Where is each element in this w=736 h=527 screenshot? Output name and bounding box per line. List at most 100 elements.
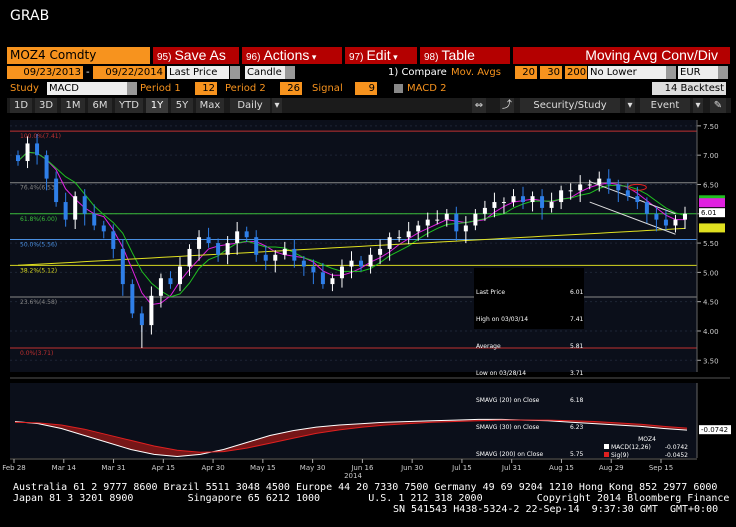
chart-area[interactable]: 100.0%(7.41) 76.4%(6.53) 61.8%(6.00) 50.0%(… (0, 116, 736, 486)
chart-type-dropdown-icon[interactable] (285, 66, 295, 79)
table-button[interactable]: 98) Table (420, 47, 510, 64)
tab-1m[interactable]: 1M (61, 98, 85, 113)
candle-body (625, 190, 630, 197)
footer-contacts-line2: Japan 81 3 3201 8900 Singapore 65 6212 1… (13, 493, 736, 504)
candle-body (216, 243, 221, 255)
tab-6m[interactable]: 6M (88, 98, 112, 113)
edit-pen-icon[interactable]: ✎ (710, 98, 726, 113)
ytick-label-7: 4.00 (703, 328, 719, 336)
signal-field[interactable]: 9 (355, 82, 377, 95)
xtick-label-2: Mar 31 (101, 464, 125, 472)
ma3-field[interactable]: 200 (565, 66, 587, 79)
candle-body (254, 237, 259, 255)
candle-body (235, 231, 240, 244)
legend-average-label: Average (476, 343, 501, 350)
legend-sma20: 6.18 (570, 397, 584, 404)
compare-button[interactable]: 1) Compare (388, 66, 447, 79)
tab-1d[interactable]: 1D (10, 98, 32, 113)
period1-label: Period 1 (140, 83, 181, 94)
candle-body (683, 213, 687, 220)
candle-body (568, 190, 573, 192)
macd-legend: MOZ4 MACD(12,26) -0.0742 Sig(9) -0.0452 (604, 436, 690, 462)
candle-body (263, 254, 268, 261)
fib-label-2: 61.8%(6.00) (20, 216, 57, 223)
study-dropdown-icon[interactable] (127, 82, 137, 95)
fib-label-5: 23.6%(4.58) (20, 299, 57, 306)
end-date-field[interactable]: 09/22/2014 (93, 66, 165, 79)
candle-body (606, 178, 611, 185)
tab-5y[interactable]: 5Y (171, 98, 193, 113)
mov-avgs-label: Mov. Avgs (451, 67, 501, 78)
legend-sma20-label: SMAVG (20) on Close (476, 397, 540, 404)
ma1-field[interactable]: 20 (515, 66, 537, 79)
price-legend: Last Price 6.01 High on 03/03/14 7.41 Aver… (474, 268, 584, 458)
price-type-dropdown-icon[interactable] (230, 66, 240, 79)
candle-body (597, 178, 602, 185)
xtick-label-3: Apr 15 (152, 464, 175, 472)
macd-legend-name: MACD(12,26) (611, 444, 651, 451)
lower-chart-dropdown-icon[interactable] (666, 66, 676, 79)
candle-body (25, 143, 30, 162)
actions-number: 96) (246, 52, 261, 63)
save-as-button[interactable]: 95) Save As (153, 47, 239, 64)
period2-field[interactable]: 26 (280, 82, 302, 95)
save-as-number: 95) (157, 52, 172, 63)
candle-body (73, 196, 78, 220)
candle-body (282, 248, 287, 255)
actions-button[interactable]: 96) Actions ▾ (242, 47, 342, 64)
chart-type-select[interactable]: Candle (245, 66, 285, 79)
edit-button[interactable]: 97) Edit ▾ (345, 47, 417, 64)
save-as-label: Save As (174, 47, 226, 63)
candle-body (149, 295, 154, 326)
ma2-field[interactable]: 30 (540, 66, 562, 79)
candle-body (349, 260, 354, 267)
tab-ytd[interactable]: YTD (115, 98, 143, 113)
candle-body (244, 231, 249, 238)
candle-body (673, 219, 678, 226)
event-button[interactable]: Event (640, 98, 690, 113)
macd-right-label: -0.0742 (701, 426, 728, 434)
candle-body (292, 248, 297, 261)
ytick-label-1: 7.00 (703, 152, 719, 160)
tab-3d[interactable]: 3D (35, 98, 57, 113)
currency-dropdown-icon[interactable] (718, 66, 728, 79)
edit-number: 97) (349, 52, 364, 63)
backtest-button[interactable]: 14 Backtest (652, 82, 726, 95)
legend-sma30: 6.23 (570, 424, 584, 431)
xtick-label-5: May 15 (250, 464, 276, 472)
price-type-select[interactable]: Last Price (167, 66, 229, 79)
candle-body (578, 184, 583, 191)
candle-body (397, 237, 402, 239)
tab-1y[interactable]: 1Y (146, 98, 168, 113)
frequency-select[interactable]: Daily (230, 98, 270, 113)
security-study-dropdown-icon[interactable]: ▾ (625, 98, 635, 113)
window-title: GRAB (10, 8, 50, 24)
xtick-label-0: Feb 28 (2, 464, 26, 472)
candle-body (120, 248, 125, 285)
security-study-button[interactable]: Security/Study (520, 98, 620, 113)
study-label: Study (10, 83, 39, 94)
macd2-checkbox[interactable] (394, 84, 403, 93)
study-select[interactable]: MACD (47, 82, 127, 95)
ytick-label-5: 5.00 (703, 269, 719, 277)
line-chart-icon[interactable]: ⤴ (500, 98, 514, 113)
candle-body (359, 260, 364, 267)
zoom-icon[interactable]: ⇔ (472, 98, 486, 113)
event-dropdown-icon[interactable]: ▾ (693, 98, 703, 113)
candle-body (187, 248, 192, 267)
start-date-field[interactable]: 09/23/2013 (7, 66, 83, 79)
currency-select[interactable]: EUR (678, 66, 718, 79)
frequency-dropdown-icon[interactable]: ▾ (272, 98, 282, 113)
signal-swatch (604, 452, 609, 457)
candle-body (473, 213, 478, 226)
candle-body (35, 143, 40, 156)
candle-body (54, 178, 59, 203)
period1-field[interactable]: 12 (195, 82, 217, 95)
fib-label-0: 100.0%(7.41) (20, 133, 61, 140)
signal-legend-name: Sig(9) (611, 452, 629, 459)
candle-body (130, 284, 135, 314)
macd2-label: MACD 2 (407, 83, 447, 94)
lower-chart-select[interactable]: No Lower Chart (588, 66, 666, 91)
tab-max[interactable]: Max (196, 98, 224, 113)
security-field[interactable]: MOZ4 Comdty (7, 47, 150, 64)
